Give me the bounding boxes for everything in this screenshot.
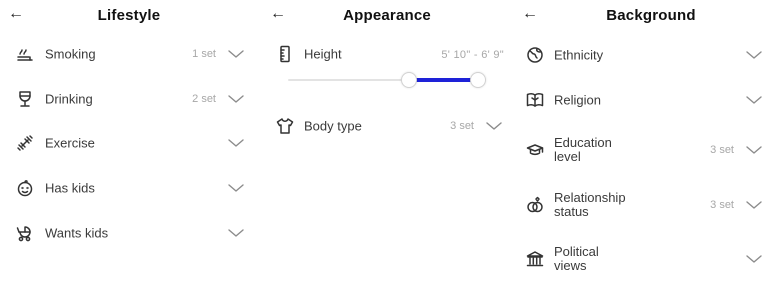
lifestyle-item-drinking[interactable]: Drinking 2 set: [0, 79, 258, 119]
item-label: Exercise: [45, 135, 95, 151]
item-label: Drinking: [45, 91, 93, 107]
chevron-down-icon[interactable]: [745, 253, 763, 265]
background-item-education-level[interactable]: Education level 3 set: [516, 130, 776, 170]
book-icon: [526, 91, 544, 109]
slider-selected-range: [408, 78, 478, 82]
selection-count: 1 set: [192, 48, 216, 60]
selection-count: 3 set: [450, 120, 474, 132]
item-label: Religion: [554, 92, 601, 108]
page-title: Lifestyle: [97, 7, 161, 24]
background-item-political-views[interactable]: Political views: [516, 239, 776, 279]
selection-count: 3 set: [710, 199, 734, 211]
height-label: Height: [304, 46, 342, 62]
tshirt-icon: [276, 117, 294, 135]
wine-glass-icon: [16, 90, 34, 108]
selection-count: 2 set: [192, 93, 216, 105]
item-label: Smoking: [45, 46, 96, 62]
item-label: Wants kids: [45, 225, 109, 241]
baby-face-icon: [16, 179, 34, 197]
page-title: Appearance: [343, 7, 431, 24]
chevron-down-icon[interactable]: [227, 48, 245, 60]
globe-icon: [526, 46, 544, 64]
chevron-down-icon[interactable]: [745, 144, 763, 156]
chevron-down-icon[interactable]: [227, 93, 245, 105]
chevron-down-icon[interactable]: [227, 182, 245, 194]
slider-min-handle[interactable]: [400, 72, 417, 88]
chevron-down-icon[interactable]: [485, 120, 503, 132]
item-label: Ethnicity: [554, 47, 604, 63]
item-label: Education level: [554, 135, 612, 164]
background-item-ethnicity[interactable]: Ethnicity: [516, 35, 776, 75]
graduation-cap-icon: [526, 141, 544, 159]
lifestyle-item-exercise[interactable]: Exercise: [0, 123, 258, 163]
item-label: Political views: [554, 244, 599, 273]
chevron-down-icon[interactable]: [745, 94, 763, 106]
dumbbell-icon: [16, 134, 34, 152]
lifestyle-item-smoking[interactable]: Smoking 1 set: [0, 34, 258, 74]
appearance-panel: ← Appearance Height 5' 10" - 6' 9" Body …: [258, 0, 516, 293]
stroller-icon: [16, 224, 34, 242]
ruler-icon: [276, 45, 294, 63]
background-item-relationship-status[interactable]: Relationship status 3 set: [516, 185, 776, 225]
chevron-down-icon[interactable]: [227, 227, 245, 239]
body-type-filter[interactable]: Body type 3 set: [258, 106, 516, 146]
government-building-icon: [526, 250, 544, 268]
selection-count: 3 set: [710, 144, 734, 156]
lifestyle-panel: ← Lifestyle Smoking 1 set Drinking 2 set…: [0, 0, 258, 293]
appearance-header: ← Appearance: [258, 0, 516, 32]
item-label: Body type: [304, 118, 362, 134]
item-label: Has kids: [45, 180, 95, 196]
height-range-slider[interactable]: [288, 72, 486, 90]
height-range-value: 5' 10" - 6' 9": [441, 49, 504, 61]
page-title: Background: [606, 7, 696, 24]
lifestyle-header: ← Lifestyle: [0, 0, 258, 32]
background-item-religion[interactable]: Religion: [516, 80, 776, 120]
chevron-down-icon[interactable]: [227, 137, 245, 149]
lifestyle-item-wants-kids[interactable]: Wants kids: [0, 213, 258, 253]
background-header: ← Background: [516, 0, 776, 32]
rings-icon: [526, 196, 544, 214]
lifestyle-item-has-kids[interactable]: Has kids: [0, 168, 258, 208]
chevron-down-icon[interactable]: [745, 49, 763, 61]
chevron-down-icon[interactable]: [745, 199, 763, 211]
background-panel: ← Background Ethnicity Religion Educatio…: [516, 0, 776, 293]
smoking-icon: [16, 45, 34, 63]
item-label: Relationship status: [554, 190, 626, 219]
slider-max-handle[interactable]: [470, 72, 486, 88]
